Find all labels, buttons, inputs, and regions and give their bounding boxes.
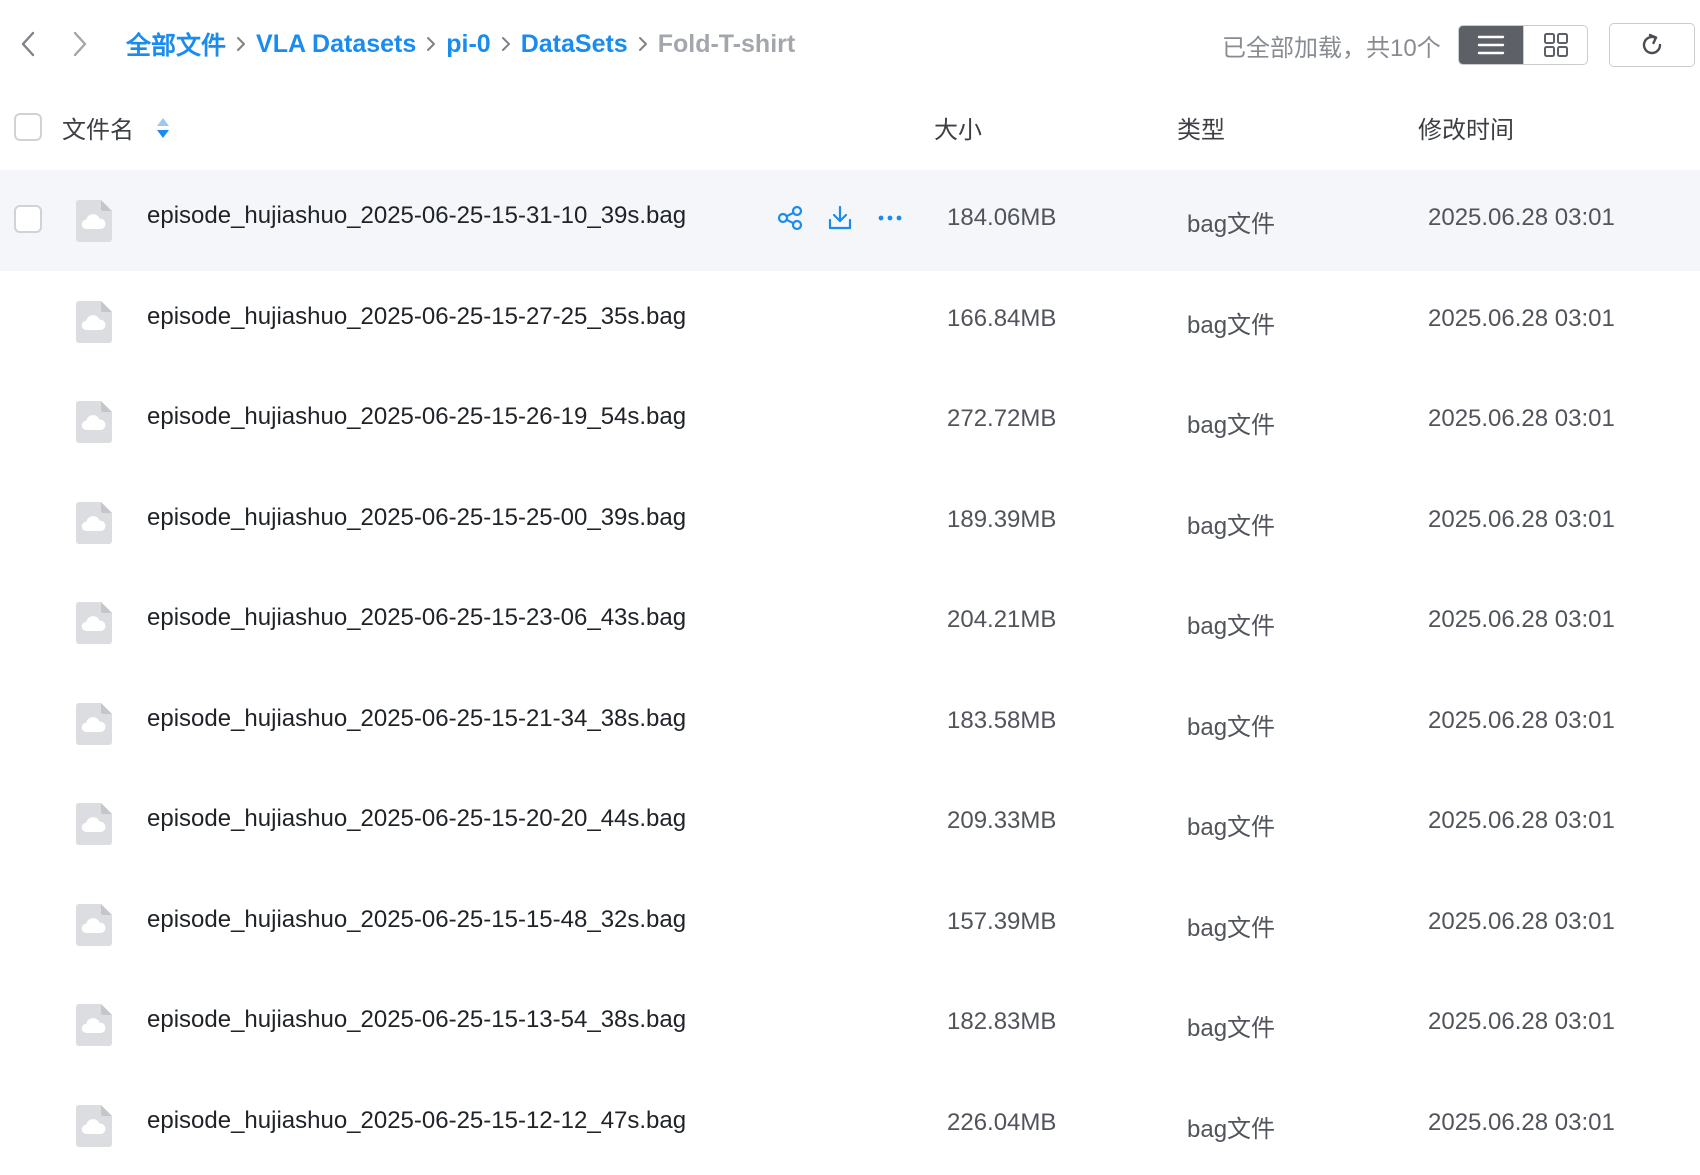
file-modified-time: 2025.06.28 03:01 xyxy=(1428,405,1615,433)
back-button[interactable] xyxy=(10,26,46,62)
list-view-icon xyxy=(1476,33,1506,57)
cloud-file-icon xyxy=(74,600,114,646)
file-name[interactable]: episode_hujiashuo_2025-06-25-15-25-00_39… xyxy=(147,504,686,532)
file-size: 184.06MB xyxy=(947,204,1056,232)
list-view-button[interactable] xyxy=(1459,26,1523,64)
file-type: bag文件 xyxy=(1187,506,1275,541)
breadcrumb-separator-icon xyxy=(425,35,437,53)
cloud-file-icon xyxy=(74,500,114,546)
refresh-icon xyxy=(1638,31,1666,59)
breadcrumb: 全部文件 VLA Datasets pi-0 DataSets Fold-T-s… xyxy=(126,26,795,62)
file-type: bag文件 xyxy=(1187,1008,1275,1043)
forward-button[interactable] xyxy=(62,26,98,62)
row-checkbox[interactable] xyxy=(14,205,42,233)
breadcrumb-separator-icon xyxy=(500,35,512,53)
table-row[interactable]: episode_hujiashuo_2025-06-25-15-27-25_35… xyxy=(0,271,1700,372)
file-type: bag文件 xyxy=(1187,707,1275,742)
cloud-file-icon xyxy=(74,801,114,847)
column-header-size[interactable]: 大小 xyxy=(934,110,982,145)
breadcrumb-link-vla-datasets[interactable]: VLA Datasets xyxy=(256,30,416,59)
file-modified-time: 2025.06.28 03:01 xyxy=(1428,606,1615,634)
file-modified-time: 2025.06.28 03:01 xyxy=(1428,1109,1615,1137)
file-name[interactable]: episode_hujiashuo_2025-06-25-15-26-19_54… xyxy=(147,403,686,431)
table-row[interactable]: episode_hujiashuo_2025-06-25-15-13-54_38… xyxy=(0,974,1700,1075)
file-modified-time: 2025.06.28 03:01 xyxy=(1428,707,1615,735)
refresh-button[interactable] xyxy=(1609,23,1695,67)
file-type: bag文件 xyxy=(1187,305,1275,340)
breadcrumb-link-datasets[interactable]: DataSets xyxy=(521,30,628,59)
download-icon[interactable] xyxy=(824,202,856,234)
breadcrumb-current-folder: Fold-T-shirt xyxy=(658,30,795,59)
select-all-checkbox[interactable] xyxy=(14,113,42,141)
table-header: 文件名 大小 类型 修改时间 xyxy=(0,92,1700,162)
breadcrumb-separator-icon xyxy=(637,35,649,53)
row-actions xyxy=(774,202,924,234)
file-modified-time: 2025.06.28 03:01 xyxy=(1428,807,1615,835)
file-size: 204.21MB xyxy=(947,606,1056,634)
column-header-name-label: 文件名 xyxy=(62,110,134,145)
cloud-file-icon xyxy=(74,1002,114,1048)
toolbar: 全部文件 VLA Datasets pi-0 DataSets Fold-T-s… xyxy=(0,0,1700,82)
cloud-file-icon xyxy=(74,198,114,244)
table-row[interactable]: episode_hujiashuo_2025-06-25-15-12-12_47… xyxy=(0,1075,1700,1175)
share-icon[interactable] xyxy=(774,202,806,234)
table-row[interactable]: episode_hujiashuo_2025-06-25-15-20-20_44… xyxy=(0,773,1700,874)
file-modified-time: 2025.06.28 03:01 xyxy=(1428,506,1615,534)
breadcrumb-link-all-files[interactable]: 全部文件 xyxy=(126,26,226,62)
file-size: 272.72MB xyxy=(947,405,1056,433)
table-row[interactable]: episode_hujiashuo_2025-06-25-15-26-19_54… xyxy=(0,371,1700,472)
column-header-type[interactable]: 类型 xyxy=(1177,110,1225,145)
cloud-file-icon xyxy=(74,299,114,345)
file-type: bag文件 xyxy=(1187,807,1275,842)
file-modified-time: 2025.06.28 03:01 xyxy=(1428,305,1615,333)
file-name[interactable]: episode_hujiashuo_2025-06-25-15-21-34_38… xyxy=(147,705,686,733)
file-name[interactable]: episode_hujiashuo_2025-06-25-15-12-12_47… xyxy=(147,1107,686,1135)
file-name[interactable]: episode_hujiashuo_2025-06-25-15-13-54_38… xyxy=(147,1006,686,1034)
table-row[interactable]: episode_hujiashuo_2025-06-25-15-31-10_39… xyxy=(0,170,1700,271)
file-name[interactable]: episode_hujiashuo_2025-06-25-15-20-20_44… xyxy=(147,805,686,833)
breadcrumb-separator-icon xyxy=(235,35,247,53)
file-size: 182.83MB xyxy=(947,1008,1056,1036)
view-mode-toggle xyxy=(1458,25,1588,65)
file-name[interactable]: episode_hujiashuo_2025-06-25-15-27-25_35… xyxy=(147,303,686,331)
file-size: 166.84MB xyxy=(947,305,1056,333)
file-name[interactable]: episode_hujiashuo_2025-06-25-15-15-48_32… xyxy=(147,906,686,934)
file-type: bag文件 xyxy=(1187,908,1275,943)
sort-icon[interactable] xyxy=(156,115,170,141)
file-size: 189.39MB xyxy=(947,506,1056,534)
file-type: bag文件 xyxy=(1187,204,1275,239)
chevron-left-icon xyxy=(18,30,38,58)
file-type: bag文件 xyxy=(1187,1109,1275,1144)
file-modified-time: 2025.06.28 03:01 xyxy=(1428,1008,1615,1036)
cloud-file-icon xyxy=(74,701,114,747)
breadcrumb-link-pi-0[interactable]: pi-0 xyxy=(446,30,490,59)
table-row[interactable]: episode_hujiashuo_2025-06-25-15-25-00_39… xyxy=(0,472,1700,573)
table-row[interactable]: episode_hujiashuo_2025-06-25-15-21-34_38… xyxy=(0,673,1700,774)
file-modified-time: 2025.06.28 03:01 xyxy=(1428,204,1615,232)
file-name[interactable]: episode_hujiashuo_2025-06-25-15-23-06_43… xyxy=(147,604,686,632)
file-size: 157.39MB xyxy=(947,908,1056,936)
file-name[interactable]: episode_hujiashuo_2025-06-25-15-31-10_39… xyxy=(147,202,686,230)
load-status-text: 已全部加载，共10个 xyxy=(1222,28,1441,62)
table-row[interactable]: episode_hujiashuo_2025-06-25-15-15-48_32… xyxy=(0,874,1700,975)
grid-view-button[interactable] xyxy=(1523,26,1587,64)
grid-view-icon xyxy=(1543,32,1569,58)
file-type: bag文件 xyxy=(1187,606,1275,641)
file-size: 183.58MB xyxy=(947,707,1056,735)
cloud-file-icon xyxy=(74,1103,114,1149)
column-header-modified[interactable]: 修改时间 xyxy=(1418,110,1514,145)
file-list: episode_hujiashuo_2025-06-25-15-31-10_39… xyxy=(0,170,1700,1175)
file-modified-time: 2025.06.28 03:01 xyxy=(1428,908,1615,936)
file-size: 209.33MB xyxy=(947,807,1056,835)
file-type: bag文件 xyxy=(1187,405,1275,440)
chevron-right-icon xyxy=(70,30,90,58)
table-row[interactable]: episode_hujiashuo_2025-06-25-15-23-06_43… xyxy=(0,572,1700,673)
cloud-file-icon xyxy=(74,902,114,948)
cloud-file-icon xyxy=(74,399,114,445)
more-icon[interactable] xyxy=(874,202,906,234)
file-size: 226.04MB xyxy=(947,1109,1056,1137)
column-header-name[interactable]: 文件名 xyxy=(62,110,170,145)
